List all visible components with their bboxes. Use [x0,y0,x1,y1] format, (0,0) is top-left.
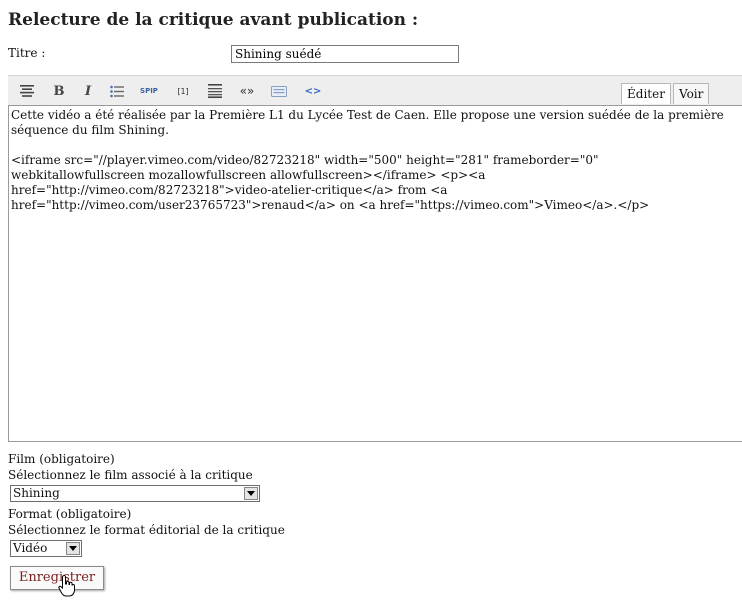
format-select[interactable]: Vidéo [10,540,82,557]
footnote-icon[interactable]: [1] [170,81,196,101]
chevron-down-icon [244,487,258,500]
film-selected: Shining [13,486,60,500]
list-icon[interactable] [108,81,126,101]
format-selected: Vidéo [13,541,48,555]
format-label: Format (obligatoire) [8,507,132,521]
code-icon[interactable]: <> [303,81,323,101]
align-icon[interactable] [17,81,37,101]
page-title: Relecture de la critique avant publicati… [8,10,419,30]
spip-icon[interactable]: SPIP [138,81,160,101]
italic-icon[interactable]: I [80,81,96,101]
editor-toolbar: B I SPIP [1] «» <> Éditer Voir [8,75,742,105]
film-help: Sélectionnez le film associé à la critiq… [8,468,253,482]
film-label: Film (obligatoire) [8,452,115,466]
hand-cursor-icon [58,575,75,597]
format-help: Sélectionnez le format éditorial de la c… [8,523,285,537]
quote-icon[interactable]: «» [237,81,257,101]
titre-input[interactable] [231,45,459,63]
keyboard-icon[interactable] [269,81,289,101]
film-select[interactable]: Shining [10,485,260,502]
paragraph-icon[interactable] [205,81,225,101]
save-button[interactable]: Enregistrer [10,566,104,590]
tab-voir[interactable]: Voir [673,83,710,104]
tab-editer[interactable]: Éditer [621,83,671,104]
bold-icon[interactable]: B [50,81,68,101]
chevron-down-icon [66,542,80,555]
critique-textarea[interactable]: Cette vidéo a été réalisée par la Premiè… [8,105,742,442]
titre-label: Titre : [8,46,46,60]
